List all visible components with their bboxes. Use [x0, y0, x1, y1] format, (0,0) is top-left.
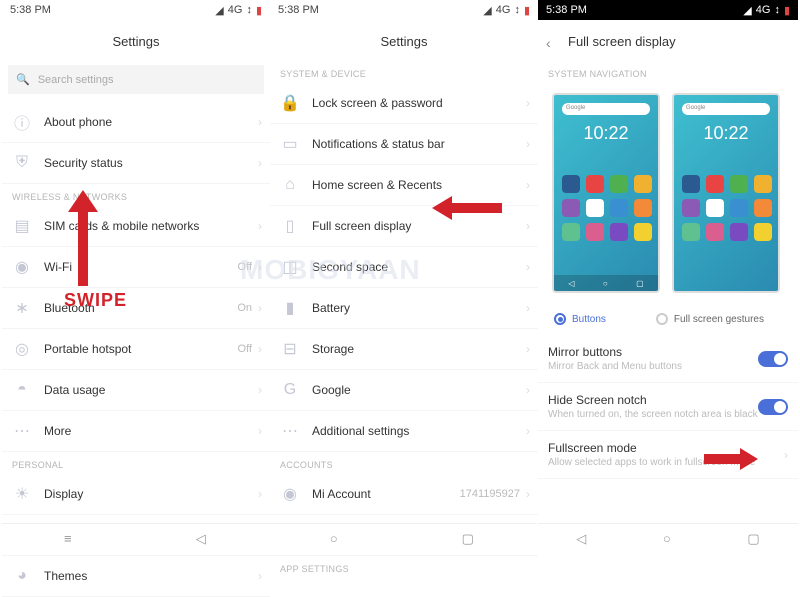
- annotation-arrow-right: [704, 448, 758, 475]
- row-wifi[interactable]: ◉Wi-FiOff›: [2, 247, 270, 288]
- row-themes[interactable]: ◕Themes›: [2, 556, 270, 597]
- nav-menu-icon[interactable]: ≡: [64, 531, 72, 546]
- android-navbar: ≡ ◁ ○ ▢: [2, 523, 536, 553]
- hotspot-icon: ◎: [12, 339, 32, 359]
- row-data[interactable]: ◓Data usage›: [2, 370, 270, 411]
- preview-buttons[interactable]: Google 10:22 ◁○▢: [552, 93, 660, 293]
- fullscreen-icon: ▯: [280, 216, 300, 236]
- nav-home-icon[interactable]: ○: [663, 531, 671, 546]
- battery-icon: ▮: [280, 298, 300, 318]
- nav-back-icon[interactable]: ◁: [196, 531, 206, 547]
- display-icon: ☀: [12, 484, 32, 504]
- section-wireless: WIRELESS & NETWORKS: [2, 184, 270, 206]
- fullscreen-display-pane: 5:38 PM ◢4G↕▮ ‹ Full screen display SYST…: [538, 0, 798, 479]
- shield-icon: ⛨: [12, 153, 32, 173]
- lock-icon: 🔒: [280, 93, 300, 113]
- status-time: 5:38 PM: [10, 4, 51, 16]
- row-display[interactable]: ☀Display›: [2, 474, 270, 515]
- search-input[interactable]: 🔍 Search settings: [8, 65, 264, 94]
- toggle-hide-notch[interactable]: [758, 399, 788, 415]
- chevron-right-icon: ›: [784, 448, 788, 462]
- page-title: Settings: [270, 20, 538, 61]
- additional-icon: ⋯: [280, 421, 300, 441]
- row-hotspot[interactable]: ◎Portable hotspotOff›: [2, 329, 270, 370]
- chevron-right-icon: ›: [258, 115, 262, 129]
- status-bar: 5:38 PM ◢4G↕▮: [538, 0, 798, 20]
- nav-back-icon[interactable]: ◁: [576, 531, 586, 547]
- status-bar: 5:38 PM ◢4G↕▮: [270, 0, 538, 20]
- row-additional[interactable]: ⋯Additional settings›: [270, 411, 538, 452]
- notif-icon: ▭: [280, 134, 300, 154]
- storage-icon: ⊟: [280, 339, 300, 359]
- row-notifications[interactable]: ▭Notifications & status bar›: [270, 124, 538, 165]
- android-navbar: ◁ ○ ▢: [538, 523, 798, 553]
- section-nav: SYSTEM NAVIGATION: [538, 61, 798, 83]
- annotation-arrow-left: [432, 196, 502, 225]
- sim-icon: ▤: [12, 216, 32, 236]
- section-app: APP SETTINGS: [270, 556, 538, 578]
- nav-home-icon[interactable]: ○: [330, 531, 338, 546]
- row-security-status[interactable]: ⛨ Security status ›: [2, 143, 270, 184]
- section-system: SYSTEM & DEVICE: [270, 61, 538, 83]
- nav-recents-icon[interactable]: ▢: [747, 531, 759, 547]
- row-sim[interactable]: ▤SIM cards & mobile networks›: [2, 206, 270, 247]
- status-bar: 5:38 PM ◢ 4G ↕ ▮: [2, 0, 270, 20]
- signal-icon: ◢: [215, 4, 223, 17]
- chevron-right-icon: ›: [258, 156, 262, 170]
- preview-gestures[interactable]: Google 10:22: [672, 93, 780, 293]
- settings-pane-1: 5:38 PM ◢ 4G ↕ ▮ Settings 🔍 Search setti…: [2, 0, 270, 597]
- row-lockscreen[interactable]: 🔒Lock screen & password›: [270, 83, 538, 124]
- home-icon: ⌂: [280, 175, 300, 195]
- row-mi-account[interactable]: ◉Mi Account1741195927›: [270, 474, 538, 515]
- arrows-icon: ↕: [246, 4, 252, 16]
- second-icon: ◫: [280, 257, 300, 277]
- row-storage[interactable]: ⊟Storage›: [270, 329, 538, 370]
- radio-on-icon: [554, 313, 566, 325]
- annotation-swipe-label: SWIPE: [64, 290, 127, 311]
- row-about-phone[interactable]: ⓘ About phone ›: [2, 102, 270, 143]
- page-title: ‹ Full screen display: [538, 20, 798, 61]
- row-fullscreen-mode[interactable]: Fullscreen modeAllow selected apps to wo…: [538, 431, 798, 479]
- preview-area: Google 10:22 ◁○▢ Google 10:22: [538, 83, 798, 303]
- section-accounts: ACCOUNTS: [270, 452, 538, 474]
- row-google[interactable]: GGoogle›: [270, 370, 538, 411]
- status-right: ◢ 4G ↕ ▮: [215, 4, 262, 17]
- row-second-space[interactable]: ◫Second space›: [270, 247, 538, 288]
- themes-icon: ◕: [12, 566, 32, 586]
- nav-mode-radios: Buttons Full screen gestures: [538, 303, 798, 335]
- search-icon: 🔍: [16, 73, 30, 86]
- section-personal: PERSONAL: [2, 452, 270, 474]
- page-title: Settings: [2, 20, 270, 61]
- row-hide-notch[interactable]: Hide Screen notchWhen turned on, the scr…: [538, 383, 798, 431]
- settings-pane-2: 5:38 PM ◢4G↕▮ Settings SYSTEM & DEVICE 🔒…: [270, 0, 538, 578]
- radio-buttons[interactable]: Buttons: [554, 313, 606, 325]
- battery-icon: ▮: [256, 4, 262, 17]
- row-more[interactable]: ⋯More›: [2, 411, 270, 452]
- mi-icon: ◉: [280, 484, 300, 504]
- google-icon: G: [280, 380, 300, 400]
- back-icon[interactable]: ‹: [546, 35, 551, 51]
- row-bluetooth[interactable]: ∗BluetoothOn›: [2, 288, 270, 329]
- radio-gestures[interactable]: Full screen gestures: [656, 313, 764, 325]
- info-icon: ⓘ: [12, 112, 32, 132]
- row-mirror-buttons[interactable]: Mirror buttonsMirror Back and Menu butto…: [538, 335, 798, 383]
- more-icon: ⋯: [12, 421, 32, 441]
- bt-icon: ∗: [12, 298, 32, 318]
- nav-recents-icon[interactable]: ▢: [462, 531, 474, 547]
- toggle-mirror[interactable]: [758, 351, 788, 367]
- wifi-icon: ◉: [12, 257, 32, 277]
- radio-off-icon: [656, 313, 668, 325]
- row-battery[interactable]: ▮Battery›: [270, 288, 538, 329]
- data-icon: ◓: [12, 380, 32, 400]
